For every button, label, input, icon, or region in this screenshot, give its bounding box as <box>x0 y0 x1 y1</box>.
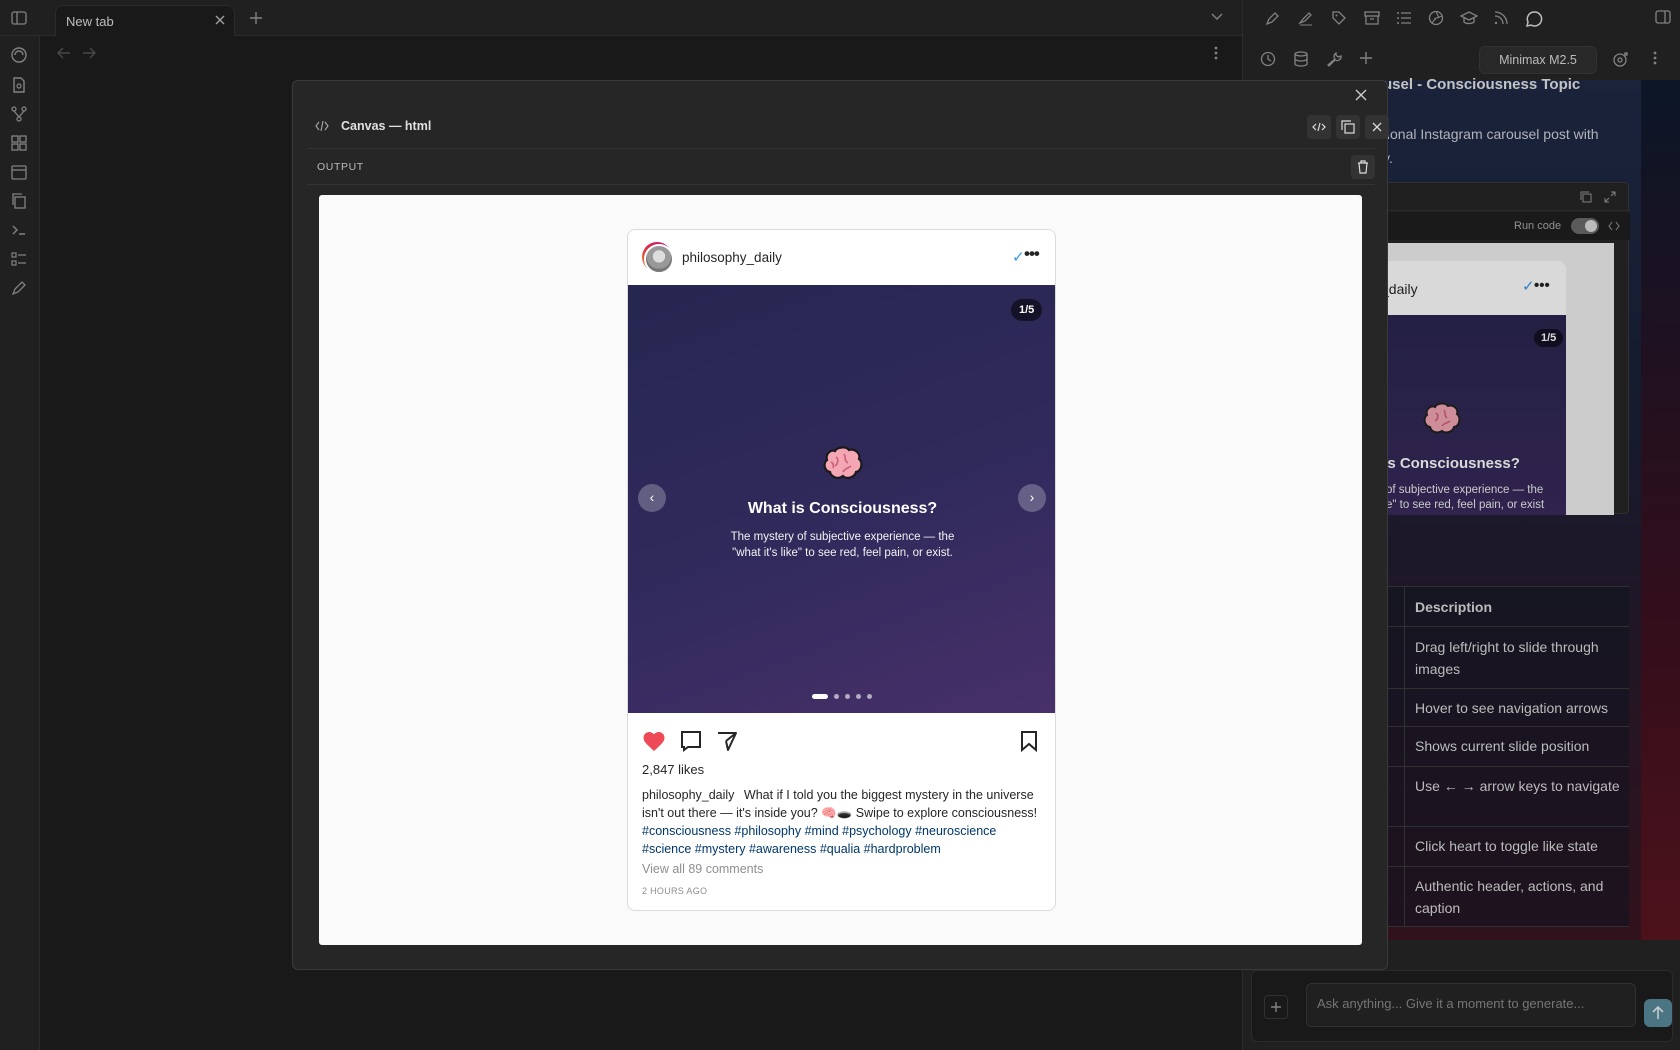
copy-button[interactable] <box>1336 115 1360 139</box>
output-frame: philosophy_daily ✓ ••• 1/5 What is Consc… <box>319 195 1362 945</box>
likes-count[interactable]: 2,847 likes <box>642 762 704 777</box>
brain-emoji-icon <box>822 445 864 486</box>
slide-subtitle-line: The mystery of subjective experience — t… <box>730 531 955 543</box>
output-label: OUTPUT <box>317 161 364 173</box>
post-username[interactable]: philosophy_daily <box>682 250 782 265</box>
avatar[interactable] <box>642 242 674 274</box>
output-bar: OUTPUT <box>307 149 1375 185</box>
slide-counter: 1/5 <box>1011 299 1043 321</box>
close-canvas-button[interactable] <box>1365 115 1389 139</box>
code-icon <box>315 121 329 131</box>
carousel-dot[interactable] <box>856 694 861 699</box>
post-timestamp: 2 HOURS AGO <box>642 886 708 896</box>
slide-subtitle-line: "what it's like" to see red, feel pain, … <box>732 547 953 559</box>
carousel-slide[interactable]: 1/5 What is Consciousness? The mystery o… <box>628 285 1055 713</box>
modal-close-icon[interactable] <box>1355 89 1367 101</box>
caption-hashtags[interactable]: #consciousness #philosophy #mind #psycho… <box>642 824 996 856</box>
share-icon[interactable] <box>716 730 738 752</box>
comment-icon[interactable] <box>680 730 702 752</box>
prev-slide-button[interactable]: ‹ <box>638 484 666 512</box>
carousel-dot[interactable] <box>845 694 850 699</box>
verified-icon: ✓ <box>1012 249 1025 266</box>
view-comments-link[interactable]: View all 89 comments <box>642 862 763 876</box>
post-caption: philosophy_daily What if I told you the … <box>642 786 1042 858</box>
canvas-modal: Canvas — html OUTPUT philosophy_daily ✓ … <box>292 80 1389 970</box>
bookmark-icon[interactable] <box>1020 730 1038 752</box>
more-options-button[interactable]: ••• <box>1024 244 1040 264</box>
carousel-dot[interactable] <box>834 694 839 699</box>
caption-username[interactable]: philosophy_daily <box>642 788 734 802</box>
slide-title: What is Consciousness? <box>747 500 938 517</box>
carousel-dot[interactable] <box>867 694 872 699</box>
next-slide-button[interactable]: › <box>1018 484 1046 512</box>
clear-output-button[interactable] <box>1351 155 1375 179</box>
view-code-button[interactable] <box>1307 115 1331 139</box>
carousel-dot[interactable] <box>812 694 828 699</box>
instagram-post-card: philosophy_daily ✓ ••• 1/5 What is Consc… <box>627 229 1056 911</box>
slide-subtitle: The mystery of subjective experience — t… <box>722 529 963 561</box>
heart-icon[interactable] <box>642 730 666 752</box>
canvas-header: Canvas — html <box>307 105 1389 149</box>
canvas-title: Canvas — html <box>341 119 432 133</box>
